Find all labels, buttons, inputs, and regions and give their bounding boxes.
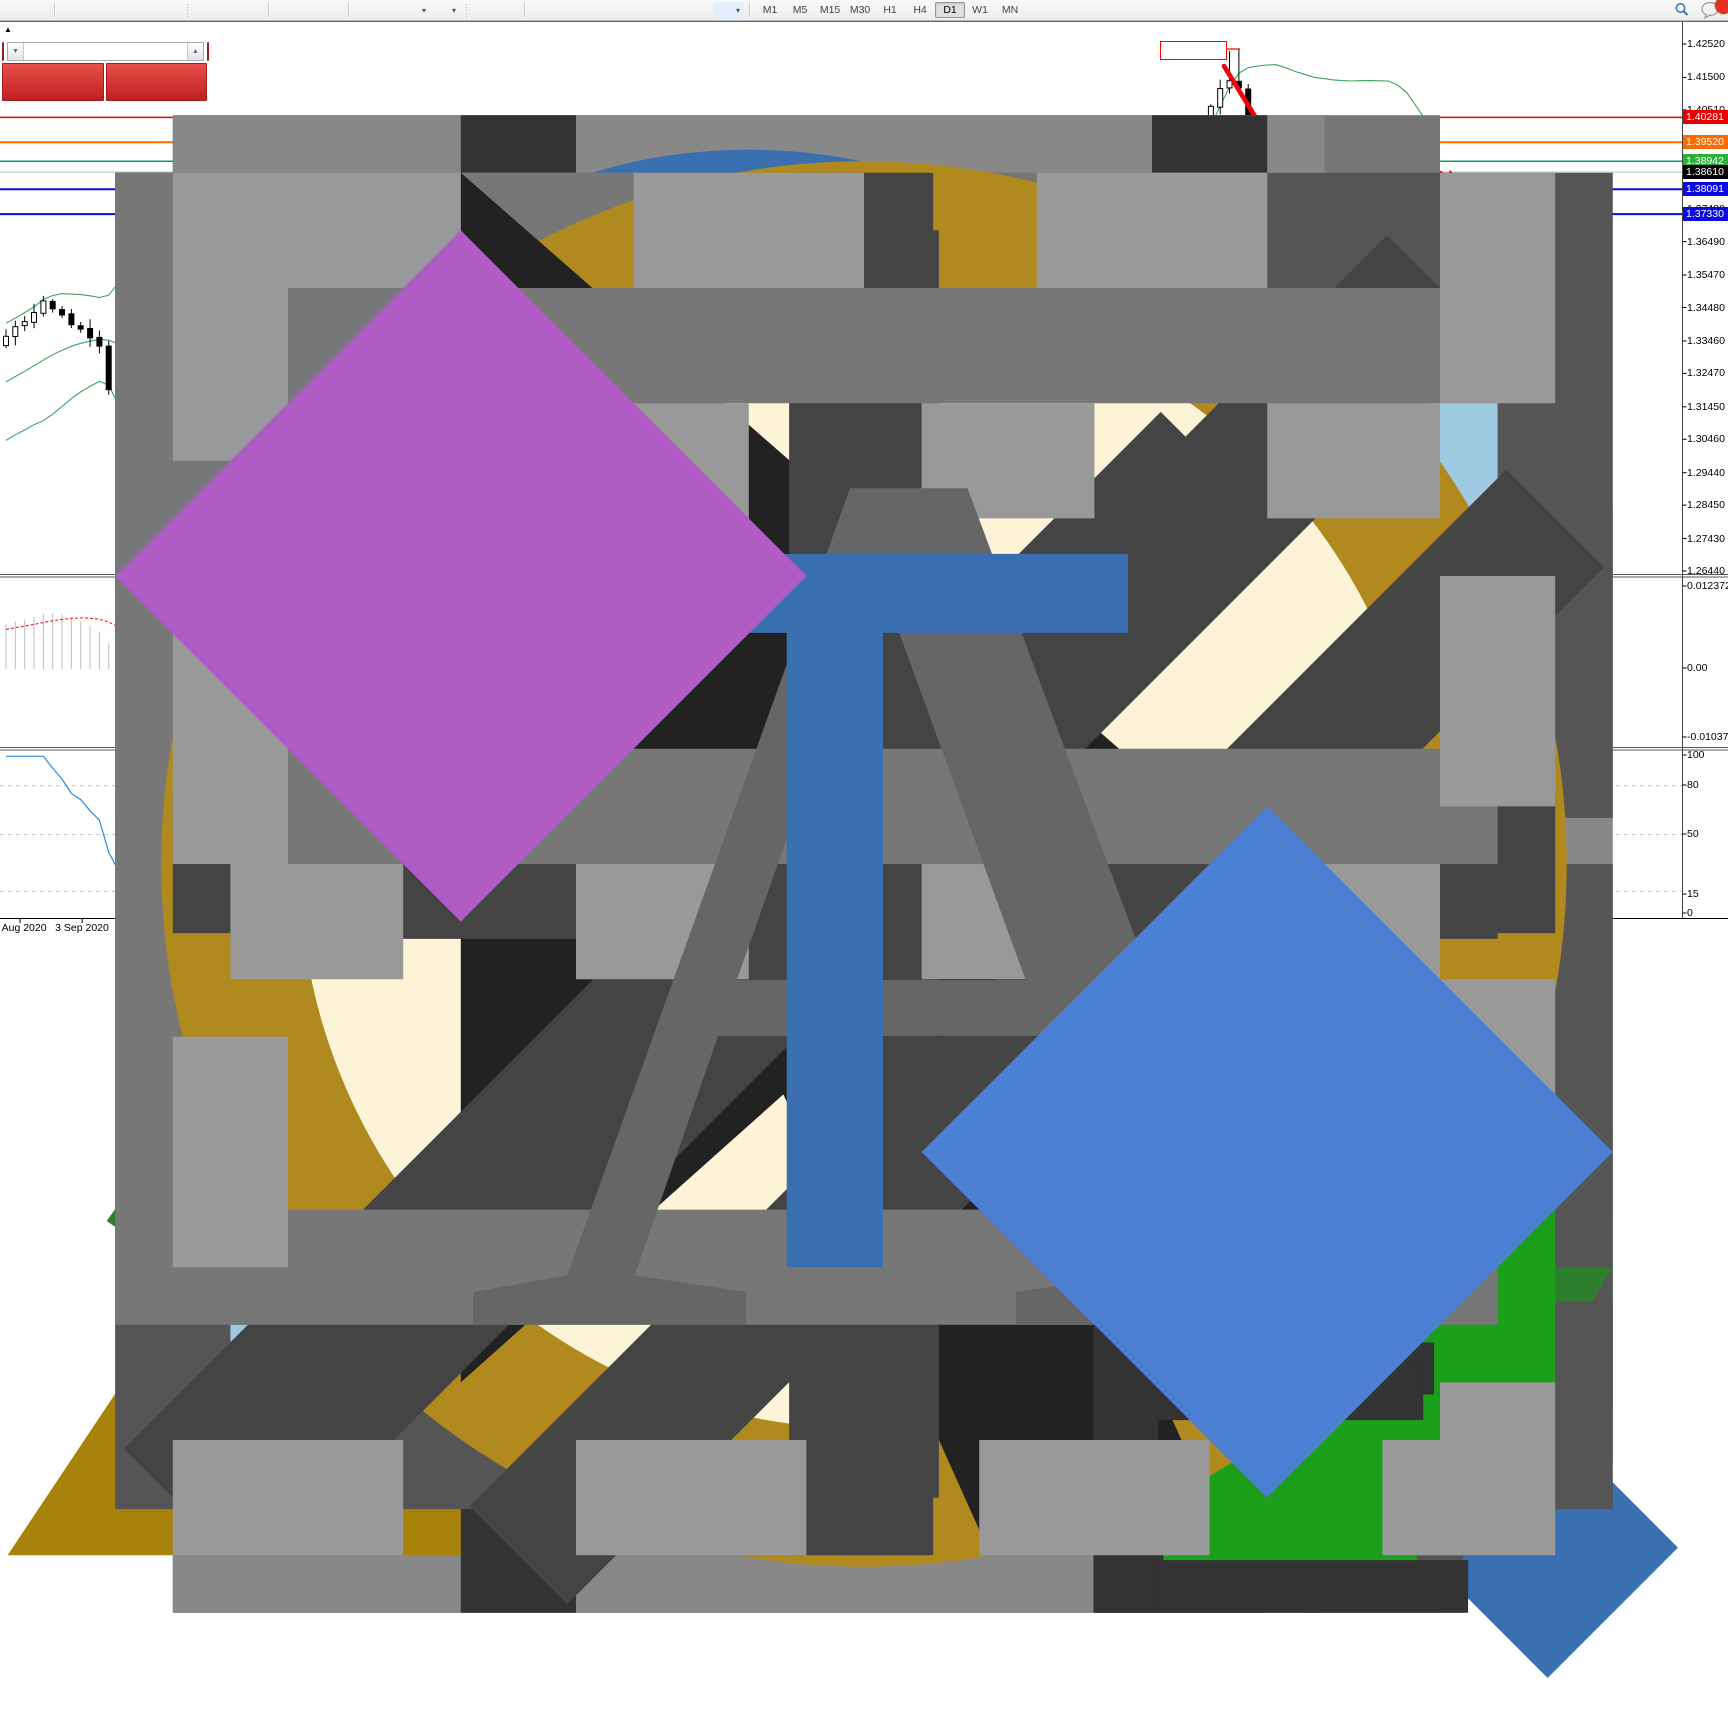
- main-toolbar: ▾ ▾ E F A T ▾ M1M5M15M30H1H4D1W1MN: [0, 0, 1728, 21]
- search-button[interactable]: [1674, 2, 1690, 18]
- arrows-tool-button[interactable]: ▾: [714, 2, 744, 19]
- notifications-button[interactable]: [1700, 1, 1724, 19]
- notification-badge: [1715, 0, 1728, 14]
- shapes-icon: [718, 3, 733, 18]
